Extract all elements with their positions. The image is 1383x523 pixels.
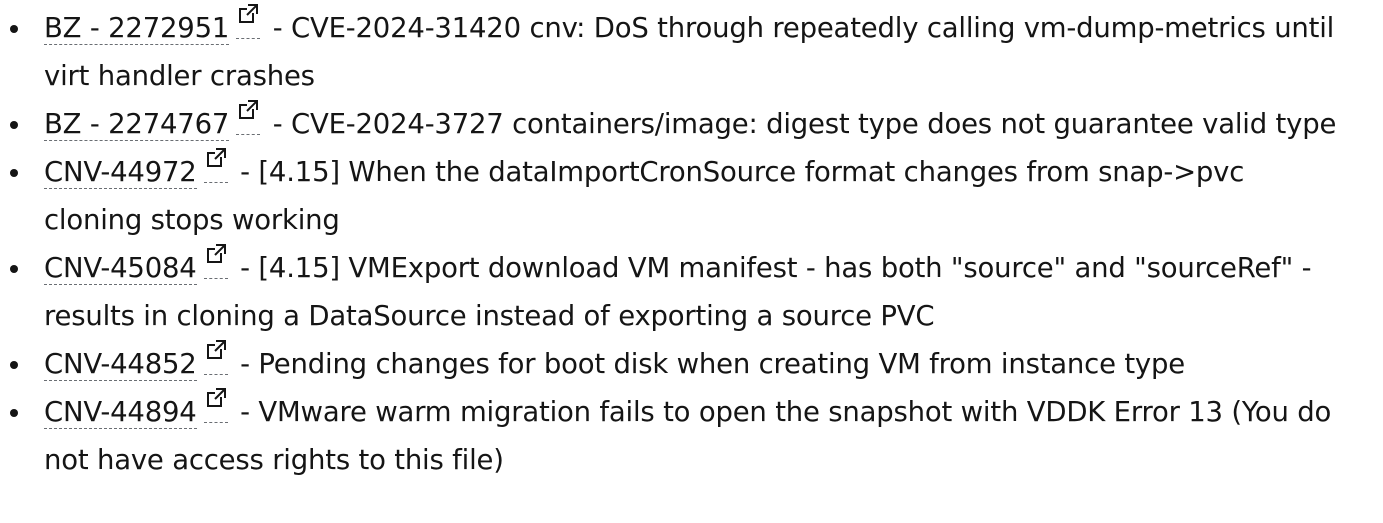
bug-link[interactable]: CNV-44972 (44, 156, 197, 189)
bug-link[interactable]: BZ - 2274767 (44, 108, 229, 141)
bug-description: - Pending changes for boot disk when cre… (231, 348, 1185, 380)
bug-fix-list: BZ - 2272951 - CVE-2024-31420 cnv: DoS t… (0, 0, 1383, 484)
bug-description: - CVE-2024-3727 containers/image: digest… (264, 108, 1337, 140)
bug-description: - [4.15] VMExport download VM manifest -… (44, 252, 1312, 332)
external-link-icon[interactable] (236, 4, 261, 39)
bullet-icon (10, 361, 18, 369)
bug-description: - VMware warm migration fails to open th… (44, 396, 1332, 476)
bullet-icon (10, 265, 18, 273)
list-item: BZ - 2274767 - CVE-2024-3727 containers/… (0, 100, 1383, 148)
external-link-icon[interactable] (203, 388, 228, 423)
external-link-icon[interactable] (203, 244, 228, 279)
bug-link[interactable]: CNV-44852 (44, 348, 197, 381)
external-link-icon[interactable] (203, 148, 228, 183)
bullet-icon (10, 121, 18, 129)
bullet-icon (10, 25, 18, 33)
list-item: CNV-45084 - [4.15] VMExport download VM … (0, 244, 1383, 340)
external-link-icon[interactable] (203, 340, 228, 375)
bullet-icon (10, 169, 18, 177)
external-link-icon[interactable] (236, 100, 261, 135)
list-item: CNV-44852 - Pending changes for boot dis… (0, 340, 1383, 388)
bug-link[interactable]: CNV-44894 (44, 396, 197, 429)
bullet-icon (10, 409, 18, 417)
list-item: CNV-44972 - [4.15] When the dataImportCr… (0, 148, 1383, 244)
list-item: BZ - 2272951 - CVE-2024-31420 cnv: DoS t… (0, 4, 1383, 100)
bug-link[interactable]: BZ - 2272951 (44, 12, 229, 45)
list-item: CNV-44894 - VMware warm migration fails … (0, 388, 1383, 484)
bug-link[interactable]: CNV-45084 (44, 252, 197, 285)
